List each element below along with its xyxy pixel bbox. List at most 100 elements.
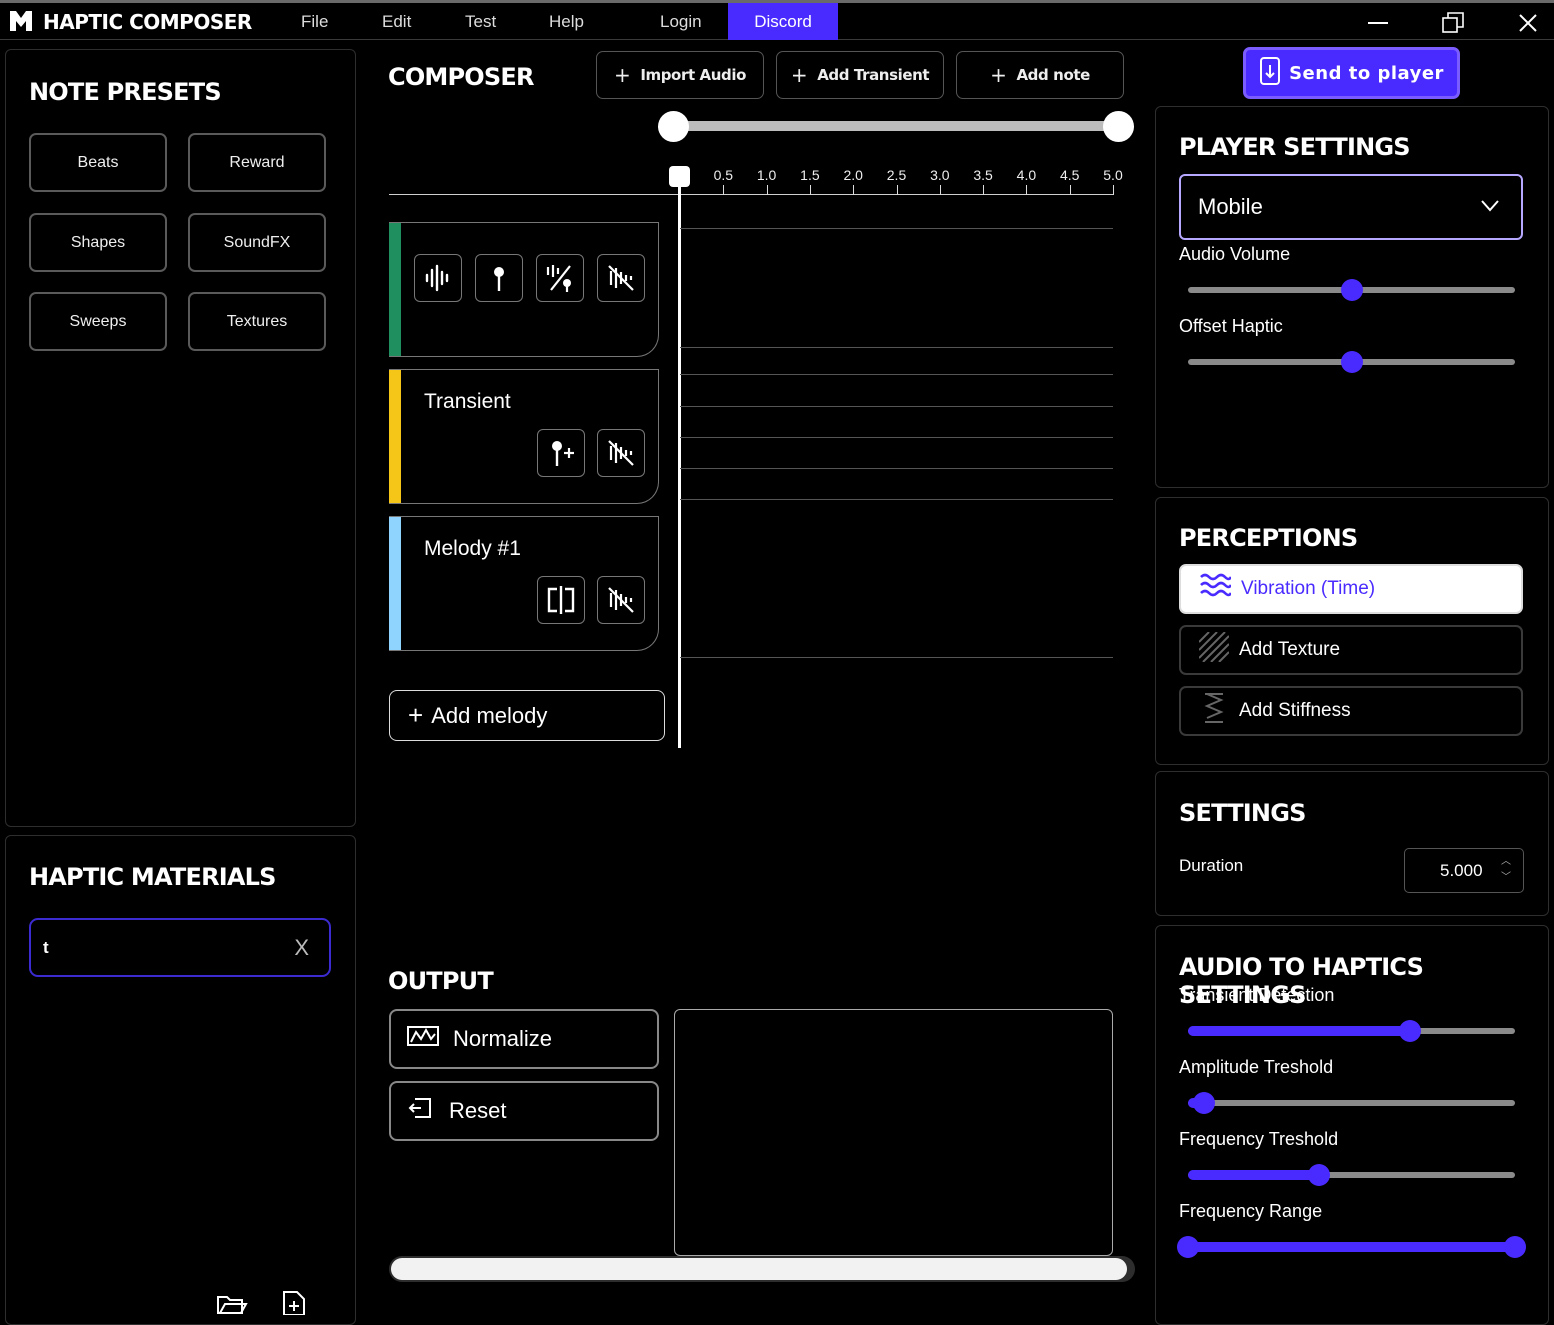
slider-handle[interactable]: [1307, 1164, 1330, 1186]
frequency-threshold-label: Frequency Treshold: [1179, 1129, 1339, 1149]
preset-soundfx-button[interactable]: SoundFX: [188, 213, 326, 272]
reset-button[interactable]: Reset: [389, 1081, 659, 1141]
add-melody-button[interactable]: + Add melody: [389, 690, 665, 741]
menu-discord[interactable]: Discord: [728, 3, 838, 40]
perception-vibration[interactable]: Vibration (Time): [1179, 564, 1523, 614]
track-melody-1[interactable]: Melody #1: [389, 516, 659, 651]
slider-handle[interactable]: [1340, 279, 1363, 301]
materials-search-input[interactable]: t X: [29, 918, 331, 977]
track-color-stripe: [389, 370, 401, 503]
timeline-tick: [939, 185, 941, 195]
stiffness-spring-icon: [1199, 692, 1229, 730]
device-select[interactable]: Mobile: [1179, 174, 1523, 240]
mute-haptic-icon[interactable]: [597, 254, 645, 302]
zoom-range-track[interactable]: [673, 121, 1119, 131]
menu-help[interactable]: Help: [549, 12, 584, 32]
add-note-label: Add note: [1016, 66, 1090, 84]
new-file-icon[interactable]: [281, 1290, 307, 1320]
slider-fill: [1188, 1242, 1515, 1252]
add-note-button[interactable]: + Add note: [956, 51, 1124, 99]
lane-line: [680, 228, 1113, 229]
amplitude-threshold-label: Amplitude Treshold: [1179, 1057, 1334, 1077]
slider-handle[interactable]: [1340, 351, 1363, 373]
send-to-player-button[interactable]: Send to player: [1243, 47, 1460, 99]
open-folder-icon[interactable]: [216, 1291, 248, 1320]
add-stiffness-button[interactable]: Add Stiffness: [1179, 686, 1523, 736]
playhead-line[interactable]: [678, 180, 681, 748]
preset-beats-button[interactable]: Beats: [29, 133, 167, 192]
import-audio-button[interactable]: + Import Audio: [596, 51, 764, 99]
timeline-tick: [896, 185, 898, 195]
timeline-tick-label: 4.0: [1016, 167, 1037, 183]
spinner-arrows-icon[interactable]: ︿ ﹀: [1501, 854, 1511, 886]
frequency-range-label: Frequency Range: [1179, 1201, 1323, 1221]
transient-detect-icon[interactable]: [536, 254, 584, 302]
slider-fill: [1188, 1170, 1319, 1180]
offset-haptic-slider[interactable]: [1188, 351, 1515, 373]
mute-haptic-icon[interactable]: [597, 576, 645, 624]
track-transient[interactable]: Transient: [389, 369, 659, 504]
menu-file[interactable]: File: [301, 12, 328, 32]
preset-reward-button[interactable]: Reward: [188, 133, 326, 192]
add-transient-button[interactable]: + Add Transient: [776, 51, 944, 99]
minimize-icon[interactable]: [1363, 8, 1393, 38]
frequency-threshold-slider[interactable]: [1188, 1164, 1515, 1186]
add-texture-button[interactable]: Add Texture: [1179, 625, 1523, 675]
reset-label: Reset: [449, 1098, 507, 1123]
audio-volume-label: Audio Volume: [1179, 244, 1291, 264]
normalize-button[interactable]: Normalize: [389, 1009, 659, 1069]
track-color-stripe: [389, 517, 401, 650]
menu-login[interactable]: Login: [660, 12, 702, 32]
plus-icon: +: [990, 63, 1007, 87]
audio-volume-slider[interactable]: [1188, 279, 1515, 301]
timeline-tick: [809, 185, 811, 195]
chevron-down-icon: [1479, 194, 1501, 222]
title-bar: HAPTIC COMPOSER File Edit Test Help Logi…: [0, 0, 1554, 40]
horizontal-scrollbar[interactable]: [389, 1256, 1135, 1282]
frequency-range-slider[interactable]: [1177, 1236, 1526, 1258]
add-texture-label: Add Texture: [1239, 639, 1341, 660]
preset-shapes-button[interactable]: Shapes: [29, 213, 167, 272]
transient-pin-icon[interactable]: [475, 254, 523, 302]
duration-input[interactable]: 5.000 ︿ ﹀: [1404, 848, 1524, 893]
haptic-materials-title: HAPTIC MATERIALS: [29, 863, 276, 891]
slider-handle[interactable]: [1399, 1020, 1422, 1042]
lane-line: [680, 347, 1113, 348]
scrollbar-thumb[interactable]: [391, 1258, 1127, 1280]
add-transient-label: Add Transient: [817, 66, 930, 84]
add-melody-label: Add melody: [431, 702, 548, 728]
split-note-icon[interactable]: [537, 576, 585, 624]
clear-search-button[interactable]: X: [294, 935, 309, 961]
waveform-icon[interactable]: [414, 254, 462, 302]
restore-icon[interactable]: [1438, 8, 1468, 38]
add-stiffness-label: Add Stiffness: [1239, 700, 1351, 721]
menu-edit[interactable]: Edit: [382, 12, 411, 32]
preset-sweeps-button[interactable]: Sweeps: [29, 292, 167, 351]
slider-handle[interactable]: [1193, 1092, 1216, 1114]
track-audio[interactable]: [389, 222, 659, 357]
transient-detection-slider[interactable]: [1188, 1020, 1515, 1042]
timeline-tick: [1026, 185, 1028, 195]
plus-icon: +: [613, 63, 631, 87]
timeline-tick: [766, 185, 768, 195]
timeline-tick-label: 4.5: [1059, 167, 1080, 183]
range-max-handle[interactable]: [1504, 1236, 1526, 1258]
perception-vibration-label: Vibration (Time): [1241, 578, 1376, 599]
timeline-tick: [1113, 185, 1114, 195]
track-melody-label: Melody #1: [424, 537, 521, 560]
zoom-range-start-handle[interactable]: [658, 111, 689, 142]
note-presets-title: NOTE PRESETS: [29, 78, 222, 106]
timeline-tick-label: 3.0: [930, 167, 950, 183]
close-icon[interactable]: [1513, 8, 1543, 38]
amplitude-threshold-slider[interactable]: [1188, 1092, 1515, 1114]
transient-detection-label: Transient Detection: [1179, 985, 1335, 1005]
preset-textures-button[interactable]: Textures: [188, 292, 326, 351]
timeline-ruler: [389, 194, 1114, 195]
add-transient-pin-icon[interactable]: [537, 429, 585, 477]
menu-test[interactable]: Test: [465, 12, 496, 32]
zoom-range-end-handle[interactable]: [1103, 111, 1134, 142]
normalize-label: Normalize: [453, 1026, 553, 1051]
range-min-handle[interactable]: [1177, 1236, 1199, 1258]
mute-haptic-icon[interactable]: [597, 429, 645, 477]
offset-haptic-label: Offset Haptic: [1179, 316, 1283, 336]
